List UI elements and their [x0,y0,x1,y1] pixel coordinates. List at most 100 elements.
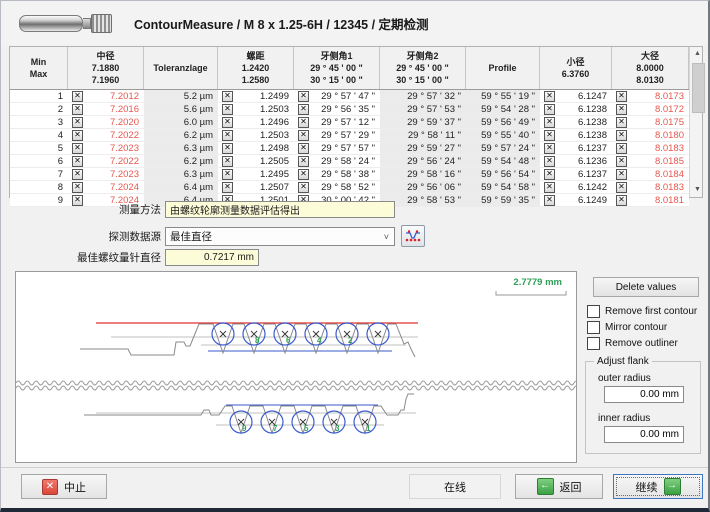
checked-checkbox-icon[interactable]: ✕ [72,143,83,154]
cell-toleranz: 6.4 µm [144,181,218,193]
checked-checkbox-icon[interactable]: ✕ [544,182,555,193]
checked-checkbox-icon[interactable]: ✕ [298,182,309,193]
unchecked-checkbox-icon[interactable] [587,337,600,350]
wire-circle-marker [212,323,234,345]
cell-yace1: ✕29 ° 58 ' 52 " [294,181,380,193]
checked-checkbox-icon[interactable]: ✕ [544,130,555,141]
table-header: MinMax中径7.18807.1960Toleranzlage螺距1.2420… [10,47,689,90]
scale-bracket [496,291,566,295]
checked-checkbox-icon[interactable]: ✕ [222,169,233,180]
checked-checkbox-icon[interactable]: ✕ [616,91,627,102]
scrollbar-up-icon[interactable]: ▲ [690,47,705,61]
abort-button[interactable]: ✕ 中止 [21,474,107,499]
cell-luoju: ✕1.2498 [218,142,294,154]
checked-checkbox-icon[interactable]: ✕ [72,169,83,180]
adjust-flank-group: Adjust flank outer radius 0.00 mm inner … [585,356,701,454]
checked-checkbox-icon[interactable]: ✕ [298,117,309,128]
cell-yace1: ✕29 ° 58 ' 24 " [294,155,380,167]
checked-checkbox-icon[interactable]: ✕ [298,130,309,141]
checked-checkbox-icon[interactable]: ✕ [616,169,627,180]
checked-checkbox-icon[interactable]: ✕ [72,182,83,193]
back-button[interactable]: ← 返回 [515,474,603,499]
options-panel: Delete values Remove first contour Mirro… [581,273,705,463]
profile-points-button[interactable] [401,225,425,247]
wire-circle-marker: 5 [292,411,314,433]
checked-checkbox-icon[interactable]: ✕ [222,143,233,154]
cell-profile: 59 ° 54 ' 58 " [466,181,540,193]
cell-luoju: ✕1.2507 [218,181,294,193]
table-row: 3✕7.20206.0 µm✕1.2496✕29 ° 57 ' 12 "29 °… [10,116,689,129]
column-header-yace2: 牙侧角229 ° 45 ' 00 "30 ° 15 ' 00 " [380,47,466,89]
checked-checkbox-icon[interactable]: ✕ [222,117,233,128]
checked-checkbox-icon[interactable]: ✕ [544,169,555,180]
checked-checkbox-icon[interactable]: ✕ [72,156,83,167]
cell-yace1: ✕29 ° 56 ' 35 " [294,103,380,115]
checked-checkbox-icon[interactable]: ✕ [298,156,309,167]
cell-yace2: 29 ° 58 ' 11 " [380,129,466,141]
checked-checkbox-icon[interactable]: ✕ [72,91,83,102]
scrollbar-down-icon[interactable]: ▼ [690,183,705,197]
checked-checkbox-icon[interactable]: ✕ [298,143,309,154]
checked-checkbox-icon[interactable]: ✕ [616,130,627,141]
wire-number-label: 9 [242,424,247,433]
checked-checkbox-icon[interactable]: ✕ [222,91,233,102]
contour-plot-panel: 2.7779 mm 864297531 [15,271,577,463]
cell-xiaojing: ✕6.1247 [540,90,612,102]
table-row: 5✕7.20236.3 µm✕1.2498✕29 ° 57 ' 57 "29 °… [10,142,689,155]
contour-plot: 864297531 [16,272,576,462]
checked-checkbox-icon[interactable]: ✕ [616,156,627,167]
checked-checkbox-icon[interactable]: ✕ [72,130,83,141]
checked-checkbox-icon[interactable]: ✕ [222,182,233,193]
checked-checkbox-icon[interactable]: ✕ [72,117,83,128]
table-row: 8✕7.20246.4 µm✕1.2507✕29 ° 58 ' 52 "29 °… [10,181,689,194]
checked-checkbox-icon[interactable]: ✕ [616,195,627,206]
checked-checkbox-icon[interactable]: ✕ [616,104,627,115]
checked-checkbox-icon[interactable]: ✕ [72,104,83,115]
wire-number-label: 3 [335,424,340,433]
source-dropdown[interactable]: 最佳直径 ˅ [165,227,395,246]
table-row: 7✕7.20236.3 µm✕1.2495✕29 ° 58 ' 38 "29 °… [10,168,689,181]
wire-number-label: 8 [255,336,260,345]
unchecked-checkbox-icon[interactable] [587,305,600,318]
checked-checkbox-icon[interactable]: ✕ [616,117,627,128]
column-header-xiaojing: 小径6.3760 [540,47,612,89]
wire-number-label: 4 [317,336,322,345]
checked-checkbox-icon[interactable]: ✕ [298,169,309,180]
wire-number-label: 6 [286,336,291,345]
wire-circle-marker: 7 [261,411,283,433]
checked-checkbox-icon[interactable]: ✕ [222,130,233,141]
delete-values-button[interactable]: Delete values [593,277,699,297]
cell-n: 7 [10,168,68,180]
checked-checkbox-icon[interactable]: ✕ [616,182,627,193]
checked-checkbox-icon[interactable]: ✕ [544,156,555,167]
method-field[interactable]: 由螺纹轮廓测量数据评估得出 [165,201,395,218]
cell-n: 4 [10,129,68,141]
wire-diameter-field[interactable]: 0.7217 mm [165,249,259,266]
wire-number-label: 2 [348,336,353,345]
outer-radius-field[interactable]: 0.00 mm [604,386,684,403]
next-button[interactable]: 继续 → [613,474,703,499]
remove-first-contour-option[interactable]: Remove first contour [587,305,705,318]
checked-checkbox-icon[interactable]: ✕ [222,156,233,167]
remove-outliner-option[interactable]: Remove outliner [587,337,705,350]
mirror-contour-option[interactable]: Mirror contour [587,321,705,334]
chevron-down-icon[interactable]: ˅ [384,232,389,242]
checked-checkbox-icon[interactable]: ✕ [544,104,555,115]
inner-radius-field[interactable]: 0.00 mm [604,426,684,443]
scrollbar-thumb[interactable] [692,63,705,113]
checked-checkbox-icon[interactable]: ✕ [544,143,555,154]
unchecked-checkbox-icon[interactable] [587,321,600,334]
checked-checkbox-icon[interactable]: ✕ [222,104,233,115]
checked-checkbox-icon[interactable]: ✕ [298,91,309,102]
form-area: 测量方法 由螺纹轮廓测量数据评估得出 探测数据源 最佳直径 ˅ 最佳螺纹量针直径… [1,199,579,269]
checked-checkbox-icon[interactable]: ✕ [544,91,555,102]
cell-yace2: 29 ° 59 ' 37 " [380,116,466,128]
abort-x-icon: ✕ [42,479,58,495]
table-scrollbar[interactable]: ▲ ▼ [689,47,702,197]
online-button[interactable]: 在线 [409,474,501,499]
checked-checkbox-icon[interactable]: ✕ [616,143,627,154]
checked-checkbox-icon[interactable]: ✕ [544,117,555,128]
checked-checkbox-icon[interactable]: ✕ [298,104,309,115]
cell-luoju: ✕1.2505 [218,155,294,167]
cell-dajing: ✕8.0172 [612,103,689,115]
